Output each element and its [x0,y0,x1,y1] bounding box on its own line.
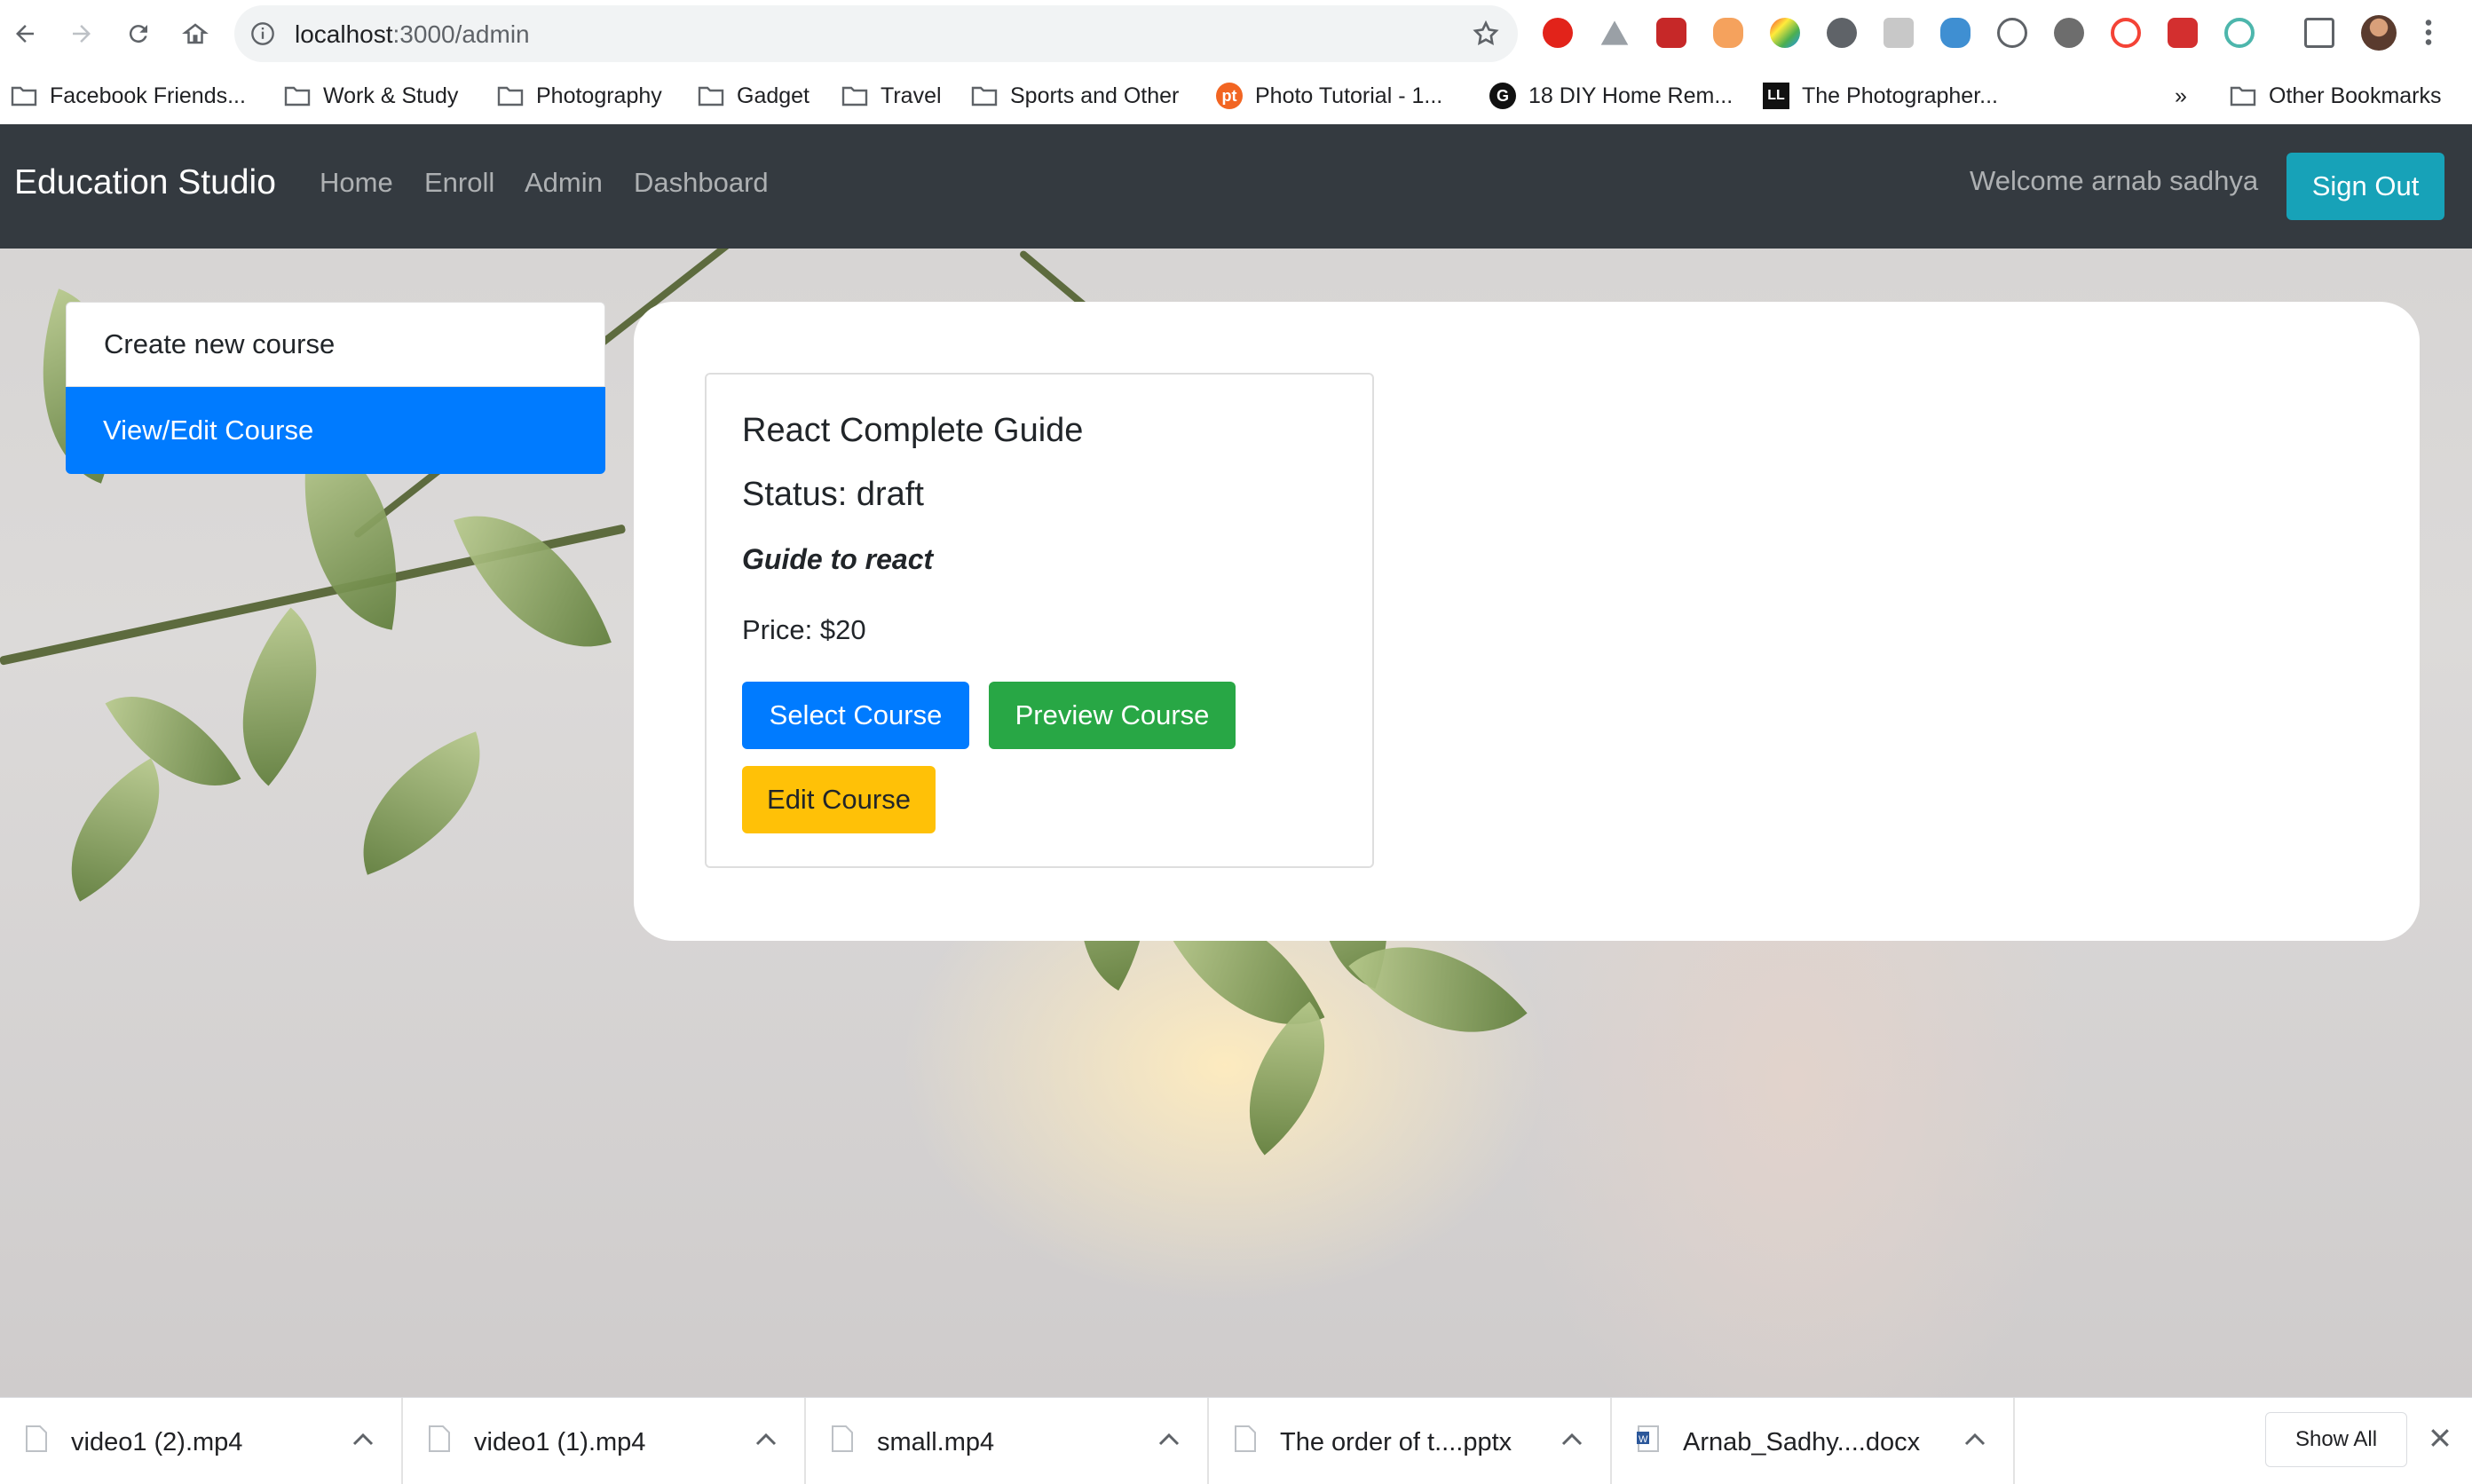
profile-avatar[interactable] [2361,15,2397,51]
edit-course-button[interactable]: Edit Course [742,766,936,833]
file-icon [429,1425,450,1452]
extension-code-icon[interactable] [1997,18,2027,48]
site-navbar: Education Studio Home Enroll Admin Dashb… [0,124,2472,249]
bookmark-item[interactable]: Sports and Other [971,76,1179,115]
course-description: Guide to react [742,543,934,575]
chevron-up-icon[interactable] [1560,1430,1584,1448]
download-item[interactable]: video1 (2).mp4 [0,1398,403,1484]
folder-icon [11,86,37,107]
content-panel: React Complete Guide Status: draft Guide… [634,302,2420,941]
download-shelf: video1 (2).mp4 video1 (1).mp4 small.mp4 … [0,1397,2472,1484]
extension-drive-icon[interactable] [1600,20,1629,45]
course-title: React Complete Guide [742,412,1084,449]
file-icon [1235,1425,1256,1452]
sign-out-button[interactable]: Sign Out [2286,153,2444,220]
chevron-up-icon[interactable] [1157,1430,1181,1448]
page-background: Education Studio Home Enroll Admin Dashb… [0,124,2472,1397]
extension-honey-icon[interactable] [1713,18,1743,48]
url-text[interactable]: localhost:3000/admin [295,20,530,49]
folder-icon [971,86,998,107]
menu-item-create-course[interactable]: Create new course [66,302,605,387]
bookmark-item[interactable]: LL The Photographer... [1763,76,1998,115]
close-icon[interactable] [2427,1425,2453,1451]
download-item[interactable]: small.mp4 [806,1398,1209,1484]
bookmarks-overflow-button[interactable]: » [2175,76,2187,115]
ll-logo-icon: LL [1763,83,1789,109]
download-item[interactable]: The order of t....pptx [1209,1398,1612,1484]
bookmark-item[interactable]: Gadget [698,76,810,115]
admin-menu: Create new course View/Edit Course [66,302,605,474]
folder-icon [2230,86,2256,107]
file-icon [26,1425,47,1452]
course-card: React Complete Guide Status: draft Guide… [705,373,1374,868]
extension-target-icon[interactable] [2224,18,2255,48]
folder-icon [497,86,524,107]
course-price: Price: $20 [742,614,866,645]
extension-pdf-icon[interactable] [1656,18,1686,48]
cast-icon[interactable] [2304,18,2334,48]
chevron-up-icon[interactable] [351,1430,375,1448]
nav-link-dashboard[interactable]: Dashboard [634,167,769,199]
home-icon[interactable] [176,14,215,53]
extension-b-icon[interactable] [1884,18,1914,48]
kebab-menu-icon[interactable] [2421,18,2436,48]
extension-loom-icon[interactable] [1827,18,1857,48]
bookmark-item[interactable]: G 18 DIY Home Rem... [1489,76,1733,115]
preview-course-button[interactable]: Preview Course [989,682,1236,749]
nav-link-admin[interactable]: Admin [525,167,603,199]
forward-icon[interactable] [62,14,101,53]
bookmark-item[interactable]: Travel [841,76,942,115]
file-icon [832,1425,853,1452]
brand-logo[interactable]: Education Studio [14,163,276,202]
other-bookmarks[interactable]: Other Bookmarks [2230,76,2442,115]
welcome-text: Welcome arnab sadhya [1970,165,2259,196]
folder-icon [841,86,868,107]
browser-toolbar: localhost:3000/admin [0,0,2472,69]
reload-icon[interactable] [119,14,158,53]
g-logo-icon: G [1489,83,1516,109]
chevron-up-icon[interactable] [1963,1430,1986,1448]
extension-colorpicker-icon[interactable] [1770,18,1800,48]
nav-link-home[interactable]: Home [320,167,393,199]
address-bar[interactable]: localhost:3000/admin [234,5,1518,62]
folder-icon [284,86,311,107]
show-all-downloads-button[interactable]: Show All [2265,1412,2407,1467]
bookmark-item[interactable]: Photography [497,76,662,115]
download-item[interactable]: W Arnab_Sadhy....docx [1612,1398,2015,1484]
bookmarks-bar: Facebook Friends... Work & Study Photogr… [0,69,2472,125]
download-item[interactable]: video1 (1).mp4 [403,1398,806,1484]
bookmark-item[interactable]: Facebook Friends... [11,76,246,115]
word-doc-icon: W [1637,1425,1659,1452]
menu-item-view-edit-course[interactable]: View/Edit Course [66,387,605,474]
chevron-up-icon[interactable] [754,1430,778,1448]
extension-adblock-icon[interactable] [1543,18,1573,48]
back-icon[interactable] [5,14,44,53]
bookmark-item[interactable]: Work & Study [284,76,458,115]
extension-paw-icon[interactable] [2168,18,2198,48]
extension-owl-icon[interactable] [1940,18,1970,48]
extension-circle-icon[interactable] [2054,18,2084,48]
nav-link-enroll[interactable]: Enroll [424,167,494,199]
pt-logo-icon: pt [1216,83,1243,109]
folder-icon [698,86,724,107]
extension-spiral-icon[interactable] [2111,18,2141,48]
info-icon[interactable] [250,21,275,46]
bookmark-item[interactable]: pt Photo Tutorial - 1... [1216,76,1442,115]
course-status: Status: draft [742,476,924,513]
select-course-button[interactable]: Select Course [742,682,969,749]
bookmark-star-icon[interactable] [1472,20,1500,48]
svg-text:W: W [1639,1434,1648,1445]
